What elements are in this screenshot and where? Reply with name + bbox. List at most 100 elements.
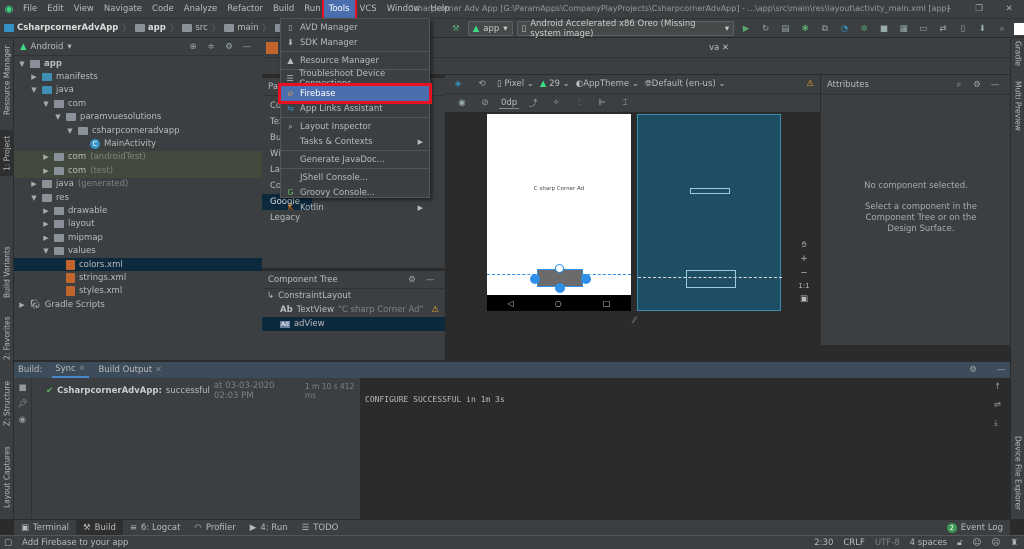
menu-tools[interactable]: Tools — [321, 0, 357, 20]
tree-item[interactable]: ▼ res — [14, 191, 262, 204]
tab-todo[interactable]: ☰ TODO — [295, 520, 346, 536]
gear-icon[interactable]: ⚙ — [966, 365, 980, 375]
align-icon[interactable]: ⊫ — [595, 98, 609, 108]
tree-item[interactable]: ▶ com (test) — [14, 164, 262, 178]
menu-item-firebase[interactable]: 🔥︎ Firebase — [278, 83, 432, 104]
tree-item[interactable]: ▶ drawable — [14, 204, 262, 217]
stop-icon[interactable]: ■ — [18, 383, 26, 393]
editor-tab-java[interactable]: va ✕ — [559, 43, 729, 53]
hide-icon[interactable]: — — [988, 80, 1002, 90]
tree-node-textview[interactable]: Ab TextView "C sharp Corner Ad" ⚠ — [262, 303, 445, 317]
search-icon[interactable]: ⌕ — [952, 80, 966, 90]
zoom-actual-button[interactable]: 1:1 — [798, 282, 809, 290]
lock-icon[interactable]: 🔓︎ — [957, 538, 963, 548]
gear-icon[interactable]: ⚙ — [405, 275, 419, 285]
hide-icon[interactable]: — — [240, 42, 254, 52]
status-message[interactable]: Add Firebase to your app — [22, 538, 128, 548]
tree-item[interactable]: colors.xml — [14, 257, 262, 272]
tab-build[interactable]: ⚒ Build — [75, 519, 123, 536]
menu-item-layout-inspector[interactable]: ⌕ Layout Inspector — [281, 119, 429, 134]
minimize-button[interactable]: – — [934, 0, 964, 18]
chevron-right-icon[interactable]: ▶ — [30, 73, 38, 81]
avd-manager-icon[interactable]: ▯ — [957, 24, 969, 34]
gradle-tab[interactable]: Gradle — [1011, 38, 1024, 68]
device-select[interactable]: ▯ Android Accelerated x86 Oreo (Missing s… — [516, 19, 735, 39]
device-file-explorer-tab[interactable]: Device File Explorer — [1011, 433, 1024, 513]
menu-build[interactable]: Build — [268, 0, 299, 18]
menu-refactor[interactable]: Refactor — [222, 0, 268, 18]
constraint-handle[interactable] — [555, 264, 564, 273]
sync-gradle-icon[interactable]: ⇄ — [937, 24, 949, 34]
status-toggle-icon[interactable]: ▢ — [4, 538, 12, 548]
menu-analyze[interactable]: Analyze — [179, 0, 223, 18]
apply-code-changes-icon[interactable]: ▤ — [780, 24, 792, 34]
preview-textview[interactable]: C sharp Corner Ad — [487, 186, 631, 192]
blueprint-adview[interactable] — [686, 270, 736, 288]
collapse-all-icon[interactable]: ≑ — [204, 42, 218, 52]
tree-item[interactable]: ▼ com — [14, 97, 262, 110]
locale-select[interactable]: 🌐︎Default (en-us) ⌄ — [645, 79, 726, 89]
layers-icon[interactable]: ◈ — [451, 79, 465, 89]
project-tab[interactable]: 1: Project — [0, 130, 14, 176]
tab-run[interactable]: ▶ 4: Run — [243, 520, 295, 536]
tree-item[interactable]: ▶ layout — [14, 218, 262, 231]
tree-item[interactable]: ▼ app — [14, 57, 262, 70]
gear-icon[interactable]: ⚙ — [970, 80, 984, 90]
resource-manager-tab[interactable]: Resource Manager — [0, 40, 14, 120]
chevron-down-icon[interactable]: ▼ — [54, 113, 62, 121]
scroll-up-icon[interactable]: ↑ — [994, 382, 1001, 392]
search-icon[interactable]: ⌕ — [996, 24, 1008, 34]
close-window-button[interactable]: ✕ — [994, 0, 1024, 18]
chevron-right-icon[interactable]: ▶ — [42, 207, 50, 215]
default-margin-select[interactable]: 0dp — [499, 98, 520, 109]
menu-item-jshell-console[interactable]: JShell Console... — [281, 170, 429, 185]
chevron-right-icon[interactable]: ▶ — [18, 301, 26, 309]
tree-item[interactable]: ▶ manifests — [14, 70, 262, 83]
menu-item-groovy-console[interactable]: G Groovy Console... — [281, 185, 429, 200]
inspector-icon[interactable]: ♜ — [1010, 538, 1018, 548]
tree-item[interactable]: ▶ java (generated) — [14, 178, 262, 191]
view-icon[interactable]: ◉ — [19, 415, 26, 425]
debug-icon[interactable]: ✱ — [799, 24, 811, 34]
zoom-out-button[interactable]: − — [800, 268, 807, 278]
attach-debugger-icon[interactable]: ⧉ — [819, 24, 831, 34]
indent-setting[interactable]: 4 spaces — [910, 538, 947, 548]
restore-button[interactable]: ❐ — [964, 0, 994, 18]
guidelines-icon[interactable]: ⌶ — [618, 98, 632, 108]
clear-constraints-icon[interactable]: ⤴ — [526, 97, 540, 109]
blueprint-preview[interactable] — [637, 114, 782, 311]
menu-code[interactable]: Code — [147, 0, 179, 18]
sdk-manager-icon[interactable]: ⬇ — [977, 24, 989, 34]
hide-icon[interactable]: — — [423, 275, 437, 285]
apply-changes-icon[interactable]: ↻ — [760, 24, 772, 34]
build-result-row[interactable]: ✔ CsharpcornerAdvApp: successful at 03-0… — [46, 381, 358, 401]
tree-item[interactable]: ▼ csharpcorneradvapp — [14, 124, 262, 137]
constraint-handle[interactable] — [581, 274, 591, 284]
warning-icon[interactable]: ⚠ — [806, 79, 814, 89]
locate-icon[interactable]: ⊕ — [186, 42, 200, 52]
chevron-right-icon[interactable]: ▶ — [42, 167, 50, 175]
constraint-handle[interactable] — [530, 274, 540, 284]
structure-tab[interactable]: Z: Structure — [0, 378, 14, 430]
breadcrumb-src[interactable]: src — [178, 23, 211, 33]
wrap-icon[interactable]: ⇌ — [994, 400, 1001, 410]
menu-item-sdk-manager[interactable]: ⬇ SDK Manager — [281, 35, 429, 50]
tree-item[interactable]: ▼ paramvuesolutions — [14, 111, 262, 124]
tree-item[interactable]: ▶ mipmap — [14, 231, 262, 244]
view-options-icon[interactable]: ◉ — [455, 98, 469, 108]
blueprint-textview[interactable] — [690, 188, 730, 194]
pack-icon[interactable]: ⫶ — [572, 98, 586, 108]
favorites-tab[interactable]: 2: Favorites — [0, 313, 14, 363]
menu-item-tasks-contexts[interactable]: Tasks & Contexts ▶ — [281, 134, 429, 149]
chevron-down-icon[interactable]: ▼ — [42, 247, 50, 255]
tab-terminal[interactable]: ▣ Terminal — [14, 520, 76, 536]
tree-node-adview[interactable]: Ad adView — [262, 317, 445, 331]
project-view-select[interactable]: Android — [31, 42, 64, 52]
event-log-button[interactable]: 2 Event Log — [940, 520, 1010, 536]
chevron-down-icon[interactable]: ▼ — [42, 100, 50, 108]
menu-view[interactable]: View — [69, 0, 99, 18]
tree-item[interactable]: C MainActivity — [14, 137, 262, 150]
tree-item[interactable]: ▶ 🐘︎ Gradle Scripts — [14, 298, 262, 311]
menu-item-troubleshoot-device-connections[interactable]: ☰ Troubleshoot Device Connections — [281, 69, 429, 89]
layout-captures-tab[interactable]: Layout Captures — [0, 443, 14, 511]
